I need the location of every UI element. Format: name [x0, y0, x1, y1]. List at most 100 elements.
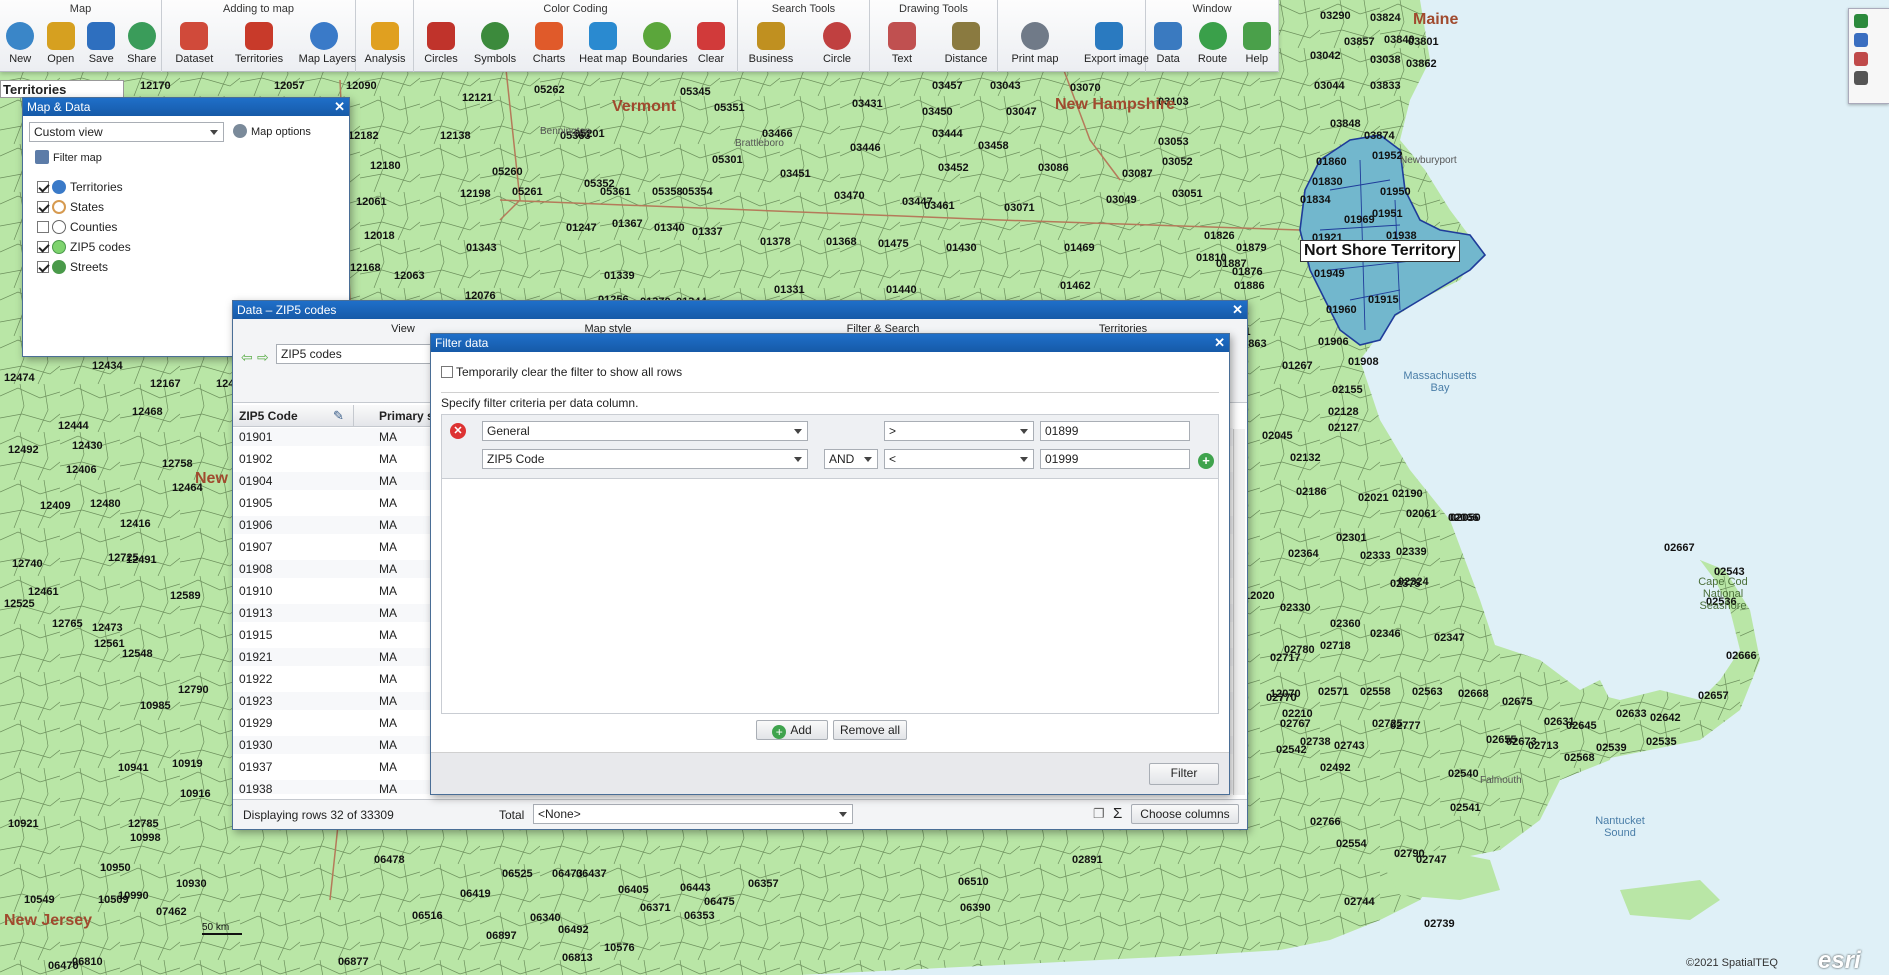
state-label-vermont: Vermont: [612, 98, 677, 115]
total-select[interactable]: <None>: [533, 804, 853, 824]
analysis-button[interactable]: Analysis: [360, 20, 410, 68]
layer-states[interactable]: States: [37, 198, 104, 216]
layer-territories[interactable]: Territories: [37, 178, 123, 196]
zip-cell: 01908: [239, 562, 273, 576]
clear-button[interactable]: Clear: [686, 20, 736, 68]
map-layers-button[interactable]: Map Layers: [299, 20, 356, 68]
chevron-down-icon: [864, 457, 872, 462]
state-cell: MA: [379, 474, 397, 488]
print-map-button[interactable]: Print map: [1010, 20, 1060, 68]
state-cell: MA: [379, 738, 397, 752]
layer-checkbox[interactable]: [37, 181, 49, 193]
copy-icon[interactable]: ❐: [1093, 806, 1105, 822]
charts-button[interactable]: Charts: [524, 20, 574, 68]
view-select[interactable]: Custom view: [29, 122, 224, 142]
data-window-titlebar[interactable]: Data – ZIP5 codes ✕: [233, 301, 1247, 319]
grid-scrollbar[interactable]: [1233, 429, 1245, 795]
text-button[interactable]: Text: [877, 20, 927, 68]
business-button[interactable]: Business: [746, 20, 796, 68]
map-data-panel-titlebar[interactable]: Map & Data ✕: [23, 98, 349, 116]
column-header-state[interactable]: Primary s: [379, 409, 434, 423]
layer-checkbox[interactable]: [37, 261, 49, 273]
territories-panel-tab[interactable]: Territories: [0, 80, 124, 98]
layer-checkbox[interactable]: [37, 221, 49, 233]
zoom-out-icon[interactable]: [1854, 71, 1868, 85]
criteria-value-input[interactable]: 01999: [1040, 449, 1190, 469]
pin-column-icon[interactable]: ✎: [333, 408, 344, 424]
zip-label: 10509: [98, 894, 129, 906]
back-arrow-icon[interactable]: ⇦: [241, 349, 253, 366]
layer-zip5-codes[interactable]: ZIP5 codes: [37, 238, 131, 256]
criteria-value-input-value: 01999: [1045, 452, 1079, 466]
remove-criteria-icon[interactable]: ✕: [450, 423, 466, 439]
criteria-operator-select[interactable]: >: [884, 421, 1034, 441]
dataset-button[interactable]: Dataset: [169, 20, 219, 68]
map-options-button[interactable]: Map options: [233, 124, 311, 138]
state-cell: MA: [379, 628, 397, 642]
zip-label: 01430: [946, 242, 977, 254]
zip-label: 06371: [640, 902, 671, 914]
select-icon[interactable]: [1854, 52, 1868, 66]
zip-label: 03047: [1006, 106, 1037, 118]
close-icon[interactable]: ✕: [1214, 334, 1225, 352]
zip-label: 02642: [1650, 712, 1681, 724]
boundaries-label: Boundaries: [632, 53, 688, 65]
dataset-select[interactable]: ZIP5 codes: [276, 344, 436, 364]
symbols-button[interactable]: Symbols: [470, 20, 520, 68]
add-label: Add: [790, 723, 812, 737]
zoom-in-icon[interactable]: [1854, 14, 1868, 28]
territories-button[interactable]: Territories: [234, 20, 284, 68]
help-button[interactable]: Help: [1232, 20, 1282, 68]
dataset-label: Dataset: [175, 53, 214, 65]
layer-streets[interactable]: Streets: [37, 258, 108, 276]
filter-button[interactable]: Filter: [1149, 763, 1219, 785]
sigma-icon[interactable]: Σ: [1113, 805, 1122, 822]
layer-checkbox[interactable]: [37, 241, 49, 253]
layer-checkbox[interactable]: [37, 201, 49, 213]
criteria-column-select[interactable]: ZIP5 Code: [482, 449, 808, 469]
state-label-new-york: New York: [195, 470, 267, 487]
data-button[interactable]: Data: [1143, 20, 1193, 68]
circle-button[interactable]: Circle: [812, 20, 862, 68]
clear-filter-checkbox-box[interactable]: [441, 366, 453, 378]
zip-label: 03446: [850, 142, 881, 154]
zip-label: 12474: [4, 372, 35, 384]
zip-label: 01886: [1234, 280, 1265, 292]
zip-label: 12461: [28, 586, 59, 598]
forward-arrow-icon[interactable]: ⇨: [257, 349, 269, 366]
criteria-operator-select[interactable]: <: [884, 449, 1034, 469]
add-criteria-button[interactable]: + Add: [756, 720, 828, 740]
criteria-column-select[interactable]: General: [482, 421, 808, 441]
share-button[interactable]: Share: [117, 20, 167, 68]
column-header-zip[interactable]: ZIP5 Code: [239, 409, 298, 423]
zip-label: 12758: [162, 458, 193, 470]
add-criteria-icon[interactable]: +: [1198, 453, 1214, 469]
territory-label[interactable]: Nort Shore Territory: [1300, 240, 1460, 262]
zip-label: 02645: [1566, 720, 1597, 732]
heat-map-button[interactable]: Heat map: [578, 20, 628, 68]
state-cell: MA: [379, 518, 397, 532]
distance-button[interactable]: Distance: [941, 20, 991, 68]
pan-icon[interactable]: [1854, 33, 1868, 47]
choose-columns-button[interactable]: Choose columns: [1131, 804, 1239, 824]
export-image-button[interactable]: Export image: [1084, 20, 1149, 68]
circles-button[interactable]: Circles: [416, 20, 466, 68]
state-cell: MA: [379, 496, 397, 510]
boundaries-icon: [643, 22, 671, 50]
zip-label: 03087: [1122, 168, 1153, 180]
close-icon[interactable]: ✕: [334, 98, 345, 116]
layer-counties[interactable]: Counties: [37, 218, 117, 236]
clear-filter-checkbox[interactable]: Temporarily clear the filter to show all…: [441, 365, 682, 379]
filter-map-button[interactable]: Filter map: [35, 150, 102, 164]
criteria-value-input[interactable]: 01899: [1040, 421, 1190, 441]
close-icon[interactable]: ✕: [1232, 301, 1243, 319]
ribbon-group-title: Adding to map: [223, 3, 294, 15]
route-button[interactable]: Route: [1188, 20, 1238, 68]
remove-all-button[interactable]: Remove all: [833, 720, 907, 740]
boundaries-button[interactable]: Boundaries: [632, 20, 688, 68]
zip-label: 05261: [512, 186, 543, 198]
open-icon: [46, 22, 75, 50]
zip-label: 06492: [558, 924, 589, 936]
filter-dialog-titlebar[interactable]: Filter data ✕: [431, 334, 1229, 352]
criteria-join-select[interactable]: AND: [824, 449, 878, 469]
